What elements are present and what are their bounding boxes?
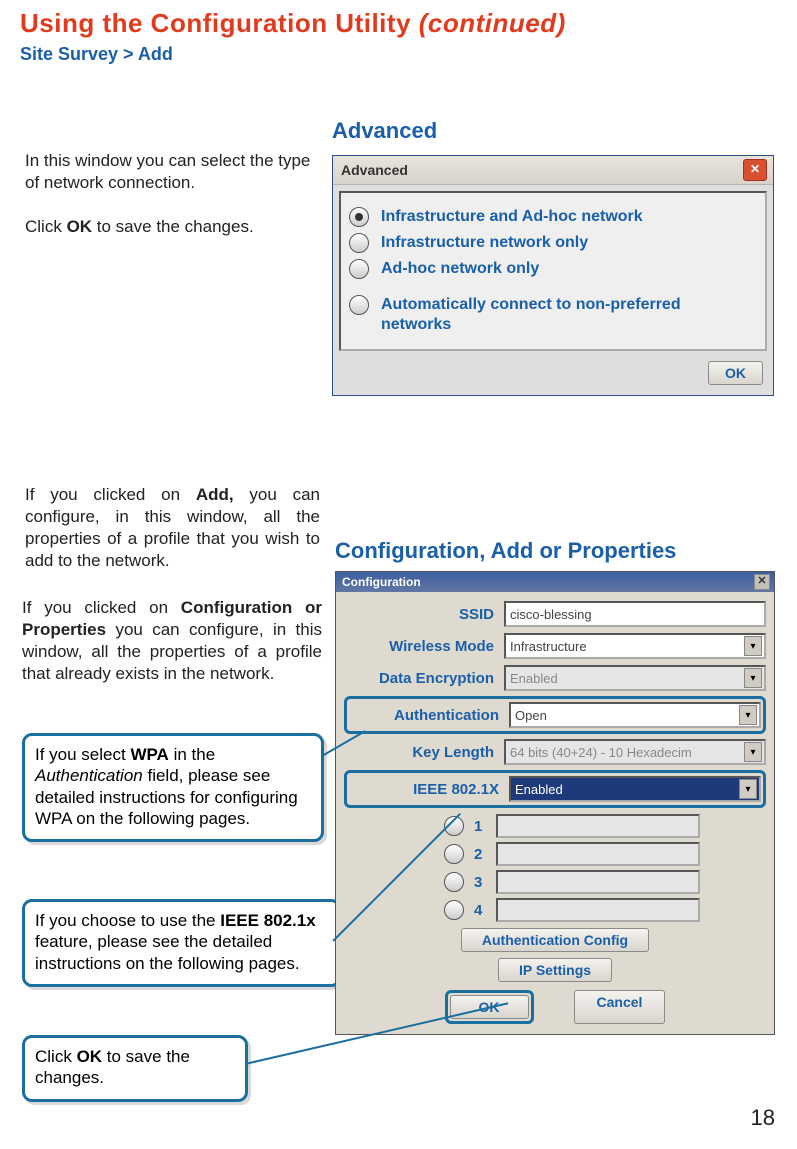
- callout-ieee: If you choose to use the IEEE 802.1x fea…: [22, 899, 341, 987]
- advanced-group: Infrastructure and Ad-hoc network Infras…: [339, 191, 767, 351]
- ip-settings-button[interactable]: IP Settings: [498, 958, 612, 982]
- ok-cancel-row: OK Cancel: [344, 990, 766, 1024]
- radio-label: Infrastructure and Ad-hoc network: [381, 207, 643, 227]
- key-field[interactable]: [496, 842, 700, 866]
- chevron-down-icon[interactable]: ▾: [744, 742, 762, 762]
- title-main: Using the Configuration Utility: [20, 8, 419, 38]
- radio-icon[interactable]: [444, 900, 464, 920]
- key-number: 1: [474, 818, 488, 835]
- ieee-select[interactable]: Enabled▾: [509, 776, 761, 802]
- radio-icon[interactable]: [349, 295, 369, 315]
- radio-icon[interactable]: [444, 844, 464, 864]
- ipsettings-row: IP Settings: [344, 958, 766, 982]
- key-field[interactable]: [496, 898, 700, 922]
- auth-config-button[interactable]: Authentication Config: [461, 928, 649, 952]
- radio-label: Ad-hoc network only: [381, 259, 539, 279]
- close-icon[interactable]: ✕: [743, 159, 767, 181]
- label-encryption: Data Encryption: [344, 670, 504, 687]
- advanced-ok-row: OK: [333, 357, 773, 395]
- section-advanced-heading: Advanced: [332, 118, 437, 144]
- text-connection-type: In this window you can select the type o…: [25, 150, 320, 194]
- callout-ok: Click OK to save the changes.: [22, 1035, 248, 1102]
- text-add-profile: If you clicked on Add, you can configure…: [25, 484, 320, 572]
- radio-row-auto-connect[interactable]: Automatically connect to non-preferred n…: [349, 295, 757, 335]
- row-ssid: SSID cisco-blessing: [344, 600, 766, 628]
- radio-row-infra-only[interactable]: Infrastructure network only: [349, 233, 757, 253]
- label-authentication: Authentication: [349, 707, 509, 724]
- ok-button[interactable]: OK: [708, 361, 763, 385]
- key-field[interactable]: [496, 870, 700, 894]
- advanced-titlebar: Advanced ✕: [333, 156, 773, 185]
- authconfig-row: Authentication Config: [344, 928, 766, 952]
- label-keylength: Key Length: [344, 744, 504, 761]
- radio-row-infra-adhoc[interactable]: Infrastructure and Ad-hoc network: [349, 207, 757, 227]
- advanced-title-text: Advanced: [341, 162, 408, 178]
- text-config-or-properties: If you clicked on Configuration or Prope…: [22, 597, 322, 685]
- section-config-heading: Configuration, Add or Properties: [335, 538, 676, 564]
- configuration-titlebar: Configuration ✕: [336, 572, 774, 592]
- radio-icon[interactable]: [349, 259, 369, 279]
- key-row-3[interactable]: 3: [444, 870, 766, 894]
- key-number: 4: [474, 902, 488, 919]
- cancel-button[interactable]: Cancel: [574, 990, 666, 1024]
- chevron-down-icon[interactable]: ▾: [744, 636, 762, 656]
- label-mode: Wireless Mode: [344, 638, 504, 655]
- chevron-down-icon[interactable]: ▾: [739, 705, 757, 725]
- label-ssid: SSID: [344, 606, 504, 623]
- close-icon[interactable]: ✕: [754, 574, 770, 590]
- configuration-dialog: Configuration ✕ SSID cisco-blessing Wire…: [335, 571, 775, 1035]
- configuration-title-text: Configuration: [342, 575, 421, 589]
- radio-icon[interactable]: [349, 207, 369, 227]
- breadcrumb: Site Survey > Add: [20, 44, 173, 65]
- row-authentication-highlight: Authentication Open▾: [344, 696, 766, 734]
- keylength-select[interactable]: 64 bits (40+24) - 10 Hexadecim▾: [504, 739, 766, 765]
- callout-wpa: If you select WPA in the Authentication …: [22, 733, 324, 842]
- configuration-body: SSID cisco-blessing Wireless Mode Infras…: [336, 592, 774, 1034]
- row-encryption: Data Encryption Enabled▾: [344, 664, 766, 692]
- radio-icon[interactable]: [444, 872, 464, 892]
- encryption-select[interactable]: Enabled▾: [504, 665, 766, 691]
- advanced-dialog: Advanced ✕ Infrastructure and Ad-hoc net…: [332, 155, 774, 396]
- radio-row-adhoc-only[interactable]: Ad-hoc network only: [349, 259, 757, 279]
- row-keylength: Key Length 64 bits (40+24) - 10 Hexadeci…: [344, 738, 766, 766]
- chevron-down-icon[interactable]: ▾: [739, 779, 757, 799]
- text-click-ok-1: Click OK to save the changes.: [25, 216, 320, 238]
- auth-select[interactable]: Open▾: [509, 702, 761, 728]
- radio-label: Infrastructure network only: [381, 233, 588, 253]
- key-number: 3: [474, 874, 488, 891]
- row-mode: Wireless Mode Infrastructure▾: [344, 632, 766, 660]
- mode-select[interactable]: Infrastructure▾: [504, 633, 766, 659]
- ssid-field[interactable]: cisco-blessing: [504, 601, 766, 627]
- page-title: Using the Configuration Utility (continu…: [20, 8, 566, 39]
- key-number: 2: [474, 846, 488, 863]
- key-row-4[interactable]: 4: [444, 898, 766, 922]
- title-italic: (continued): [419, 8, 566, 38]
- chevron-down-icon[interactable]: ▾: [744, 668, 762, 688]
- page-number: 18: [751, 1105, 775, 1131]
- key-field[interactable]: [496, 814, 700, 838]
- radio-label: Automatically connect to non-preferred n…: [381, 295, 741, 335]
- radio-icon[interactable]: [349, 233, 369, 253]
- key-row-1[interactable]: 1: [444, 814, 766, 838]
- key-row-2[interactable]: 2: [444, 842, 766, 866]
- label-ieee: IEEE 802.1X: [349, 781, 509, 798]
- row-ieee-highlight: IEEE 802.1X Enabled▾: [344, 770, 766, 808]
